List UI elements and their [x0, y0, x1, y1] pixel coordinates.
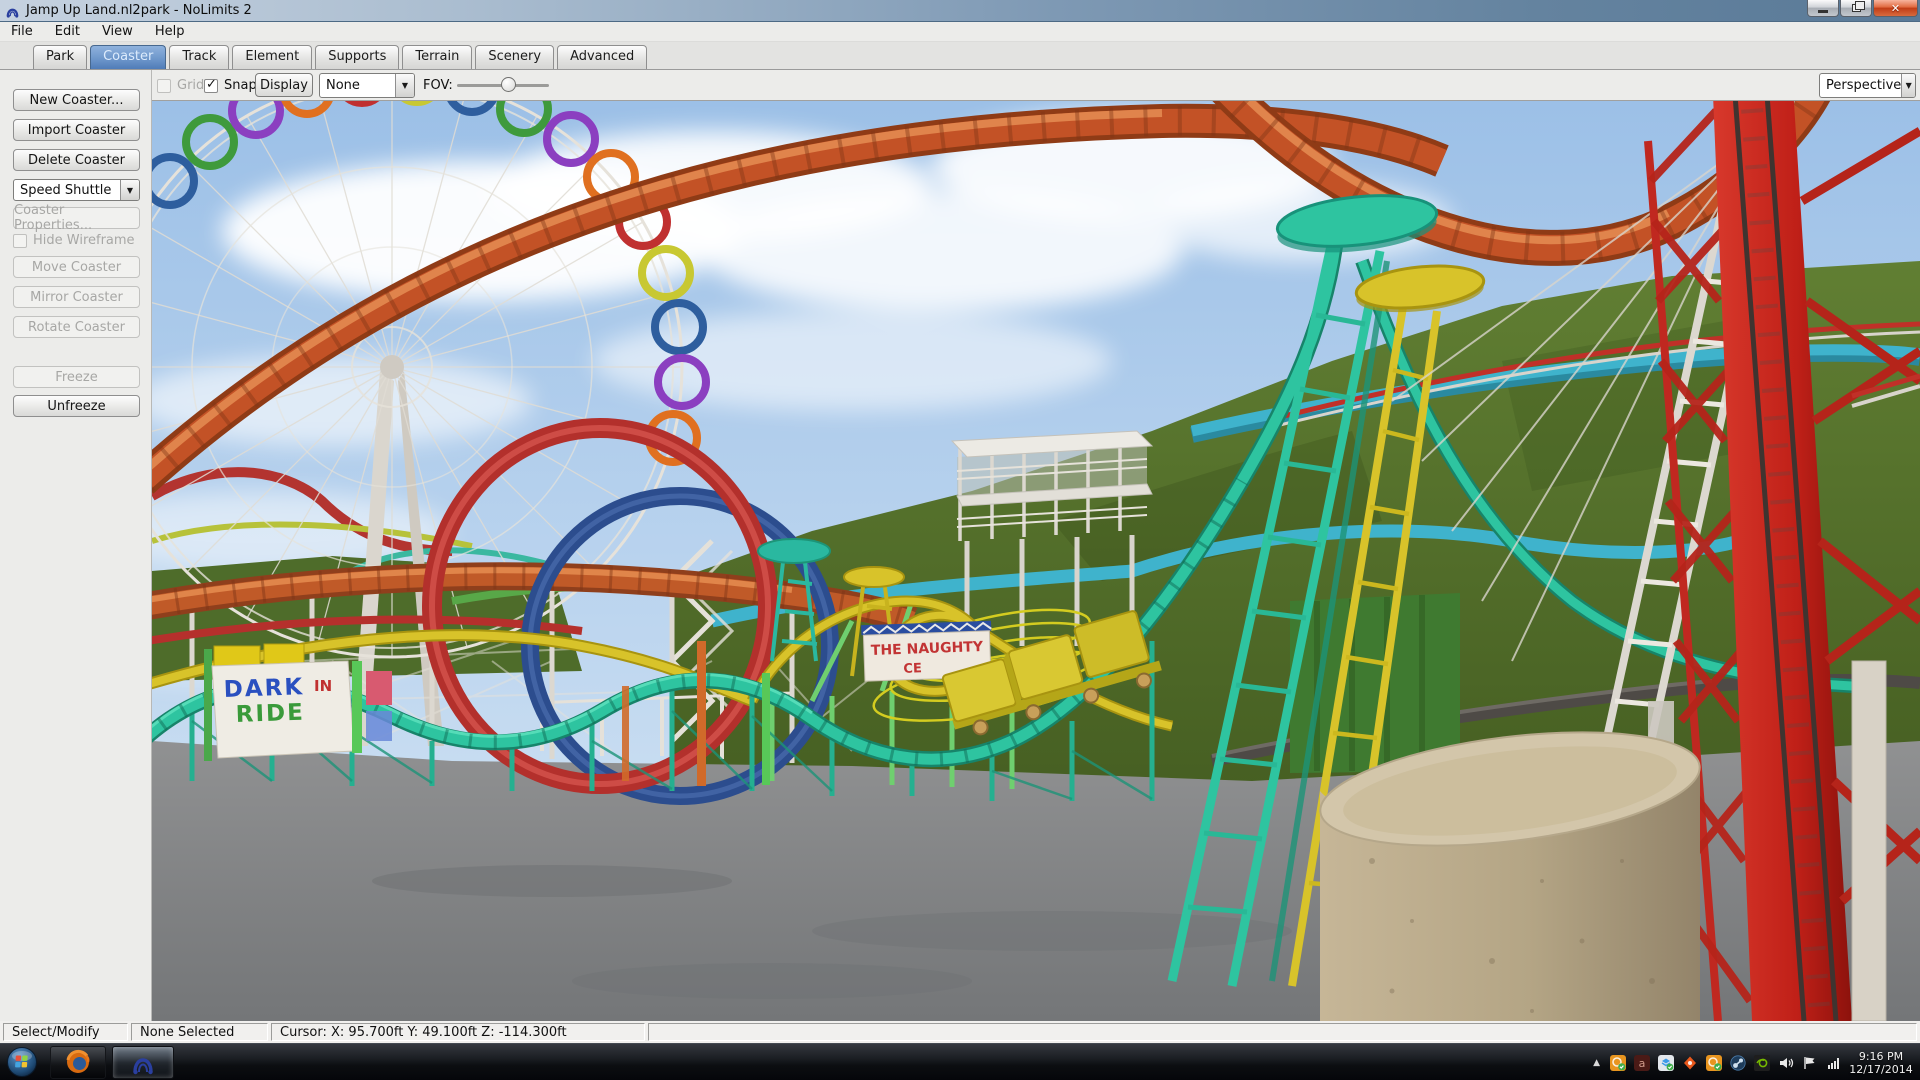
hide-wireframe-checkbox[interactable] — [13, 234, 27, 248]
coaster-panel: New Coaster... Import Coaster Delete Coa… — [0, 70, 152, 1021]
camera-mode-select[interactable]: Perspective ▼ — [1819, 73, 1916, 98]
audible-icon[interactable]: a — [1634, 1055, 1650, 1071]
chevron-down-icon: ▼ — [120, 180, 139, 200]
system-tray: ▲ a — [1593, 1044, 1842, 1080]
tab-coaster[interactable]: Coaster — [90, 45, 166, 69]
tab-supports[interactable]: Supports — [315, 45, 399, 69]
title-bar[interactable]: Jamp Up Land.nl2park - NoLimits 2 ✕ — [0, 0, 1920, 22]
grid-checkbox[interactable] — [157, 79, 171, 93]
menu-help[interactable]: Help — [144, 22, 196, 42]
snap-checkbox[interactable] — [204, 79, 218, 93]
mirror-coaster-button[interactable]: Mirror Coaster — [13, 286, 140, 308]
clock-date: 12/17/2014 — [1849, 1063, 1912, 1076]
delete-coaster-button[interactable]: Delete Coaster — [13, 149, 140, 171]
nvidia-icon[interactable] — [1754, 1055, 1770, 1071]
viewport-toolbar: Grid Snap Display None ▼ FOV: Perspectiv… — [152, 70, 1920, 101]
tab-advanced[interactable]: Advanced — [557, 45, 647, 69]
taskbar-app-firefox[interactable] — [50, 1046, 106, 1079]
menu-view[interactable]: View — [91, 22, 144, 42]
windows-logo-icon — [6, 1046, 38, 1078]
restore-icon — [1852, 4, 1861, 12]
svg-text:IN: IN — [314, 677, 332, 695]
move-coaster-button[interactable]: Move Coaster — [13, 256, 140, 278]
import-coaster-button[interactable]: Import Coaster — [13, 119, 140, 141]
restore-button[interactable] — [1840, 0, 1872, 17]
sync-status-icon-2[interactable] — [1706, 1055, 1722, 1071]
taskbar-clock[interactable]: 9:16 PM 12/17/2014 — [1846, 1044, 1916, 1080]
minimize-icon — [1818, 10, 1828, 13]
chevron-down-icon: ▼ — [1901, 74, 1915, 97]
network-signal-icon[interactable] — [1826, 1055, 1842, 1071]
window-title: Jamp Up Land.nl2park - NoLimits 2 — [26, 3, 252, 18]
svg-text:a: a — [1639, 1057, 1646, 1070]
svg-text:DARK: DARK — [223, 674, 304, 703]
hide-wireframe-label: Hide Wireframe — [33, 233, 135, 248]
display-mode-select[interactable]: None ▼ — [319, 73, 415, 98]
close-icon: ✕ — [1891, 2, 1900, 15]
fov-slider[interactable] — [457, 84, 549, 87]
tab-park[interactable]: Park — [33, 45, 87, 69]
clock-time: 9:16 PM — [1859, 1050, 1903, 1063]
unfreeze-button[interactable]: Unfreeze — [13, 395, 140, 417]
desktop: Jamp Up Land.nl2park - NoLimits 2 ✕ File… — [0, 0, 1920, 1080]
tab-scenery[interactable]: Scenery — [475, 45, 554, 69]
fov-label: FOV: — [423, 78, 453, 93]
tab-track[interactable]: Track — [169, 45, 229, 69]
minimize-button[interactable] — [1807, 0, 1839, 17]
app-icon — [5, 3, 20, 18]
volume-icon[interactable] — [1778, 1055, 1794, 1071]
svg-text:RIDE: RIDE — [235, 700, 305, 728]
new-coaster-button[interactable]: New Coaster... — [13, 89, 140, 111]
display-mode-value: None — [320, 78, 395, 93]
show-hidden-icons-button[interactable]: ▲ — [1593, 1058, 1600, 1068]
fov-slider-handle[interactable] — [501, 77, 516, 92]
camera-mode-value: Perspective — [1820, 78, 1901, 93]
viewport-3d-scene[interactable]: THE NAUGHTY CE — [152, 101, 1920, 1021]
snap-row: Snap — [204, 78, 257, 93]
status-cursor-coordinates: Cursor: X: 95.700ft Y: 49.100ft Z: -114.… — [271, 1023, 645, 1041]
rotate-coaster-button[interactable]: Rotate Coaster — [13, 316, 140, 338]
hide-wireframe-row: Hide Wireframe — [13, 233, 135, 248]
tab-terrain[interactable]: Terrain — [402, 45, 472, 69]
coaster-properties-button[interactable]: Coaster Properties... — [13, 207, 140, 229]
status-mode: Select/Modify — [3, 1023, 128, 1041]
status-extra — [648, 1023, 1917, 1041]
svg-text:CE: CE — [903, 661, 922, 677]
action-center-flag-icon[interactable] — [1802, 1055, 1818, 1071]
dropbox-icon[interactable] — [1658, 1055, 1674, 1071]
display-button[interactable]: Display — [255, 73, 313, 97]
firefox-icon — [65, 1049, 91, 1075]
close-button[interactable]: ✕ — [1873, 0, 1918, 17]
status-selection: None Selected — [131, 1023, 268, 1041]
status-bar: Select/Modify None Selected Cursor: X: 9… — [0, 1021, 1920, 1043]
start-button[interactable] — [0, 1044, 44, 1080]
grid-label: Grid — [177, 78, 204, 93]
menu-file[interactable]: File — [0, 22, 44, 42]
steam-icon[interactable] — [1730, 1055, 1746, 1071]
snap-label: Snap — [224, 78, 257, 93]
tab-element[interactable]: Element — [232, 45, 312, 69]
origin-icon[interactable] — [1682, 1055, 1698, 1071]
menu-bar: File Edit View Help — [0, 22, 1920, 42]
sync-status-icon[interactable] — [1610, 1055, 1626, 1071]
coaster-select-value: Speed Shuttle — [14, 183, 120, 198]
taskbar-app-nolimits2[interactable] — [112, 1046, 174, 1079]
editor-tab-bar: Park Coaster Track Element Supports Terr… — [0, 42, 1920, 70]
taskbar: ▲ a — [0, 1043, 1920, 1080]
menu-edit[interactable]: Edit — [44, 22, 91, 42]
freeze-button[interactable]: Freeze — [13, 366, 140, 388]
nolimits2-icon — [130, 1049, 156, 1075]
grid-row: Grid — [157, 78, 204, 93]
chevron-down-icon: ▼ — [395, 74, 414, 97]
coaster-select[interactable]: Speed Shuttle ▼ — [13, 179, 140, 201]
